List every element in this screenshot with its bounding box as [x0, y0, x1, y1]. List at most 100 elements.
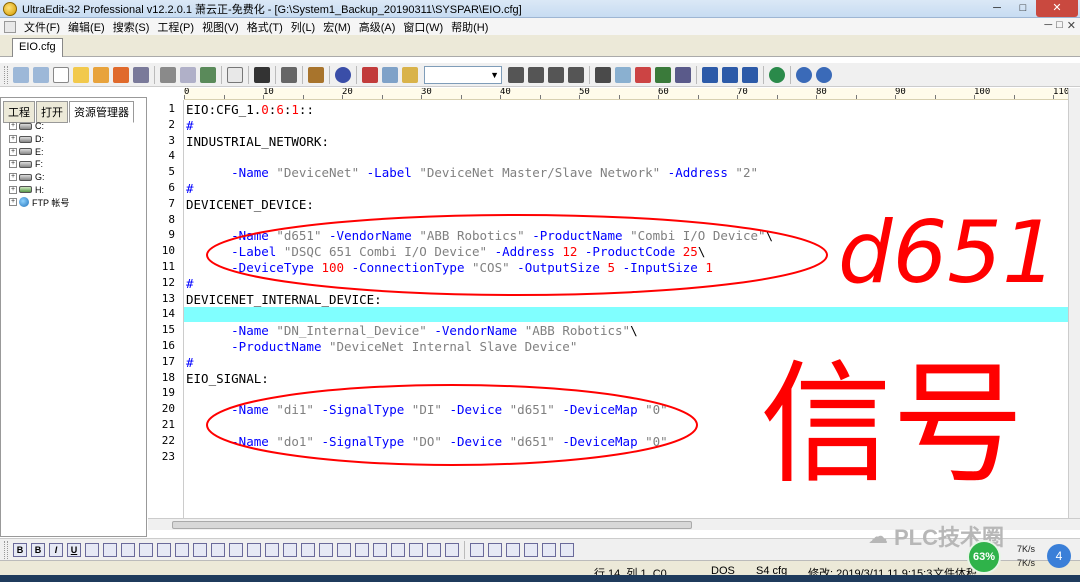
- input-icon[interactable]: [301, 542, 315, 557]
- code-line[interactable]: EIO:CFG_1.0:6:1::: [186, 102, 314, 118]
- dir-icon[interactable]: [542, 542, 556, 557]
- expand-icon[interactable]: +: [9, 173, 17, 182]
- select-icon[interactable]: [355, 542, 369, 557]
- code-line[interactable]: #: [186, 181, 194, 197]
- calendar-icon[interactable]: [560, 542, 574, 557]
- doc-restore-button[interactable]: □: [1056, 19, 1063, 32]
- code-line[interactable]: #: [186, 276, 194, 292]
- justify-icon[interactable]: [568, 66, 584, 83]
- anchor-icon[interactable]: [391, 542, 405, 557]
- forward-icon[interactable]: [33, 66, 49, 83]
- network-speed-widget[interactable]: 63% 7K/s 7K/s 4: [967, 540, 1080, 582]
- print-preview-icon[interactable]: [180, 66, 196, 83]
- goto-icon[interactable]: [675, 66, 691, 83]
- spreadsheet-icon[interactable]: [200, 66, 216, 83]
- form-icon[interactable]: [283, 542, 297, 557]
- menu-help[interactable]: 帮助(H): [447, 19, 492, 35]
- menu-macro[interactable]: 宏(M): [319, 19, 355, 35]
- menu-file[interactable]: 文件(F): [20, 19, 64, 35]
- tree-item-f[interactable]: + F:: [9, 158, 69, 171]
- color-icon[interactable]: [427, 542, 441, 557]
- underline-icon[interactable]: U: [67, 542, 81, 557]
- menu-search[interactable]: 搜索(S): [109, 19, 154, 35]
- file-tab-eio-cfg[interactable]: EIO.cfg: [12, 38, 63, 57]
- menu-window[interactable]: 窗口(W): [399, 19, 447, 35]
- info-icon[interactable]: [796, 66, 812, 83]
- expand-icon[interactable]: +: [9, 198, 17, 207]
- radio-icon[interactable]: [337, 542, 351, 557]
- button-icon[interactable]: [373, 542, 387, 557]
- bold-alt-icon[interactable]: B: [31, 542, 45, 557]
- tree-item-g[interactable]: + G:: [9, 171, 69, 184]
- paste-icon[interactable]: [402, 66, 418, 83]
- expand-icon[interactable]: +: [9, 147, 17, 156]
- code-line[interactable]: DEVICENET_INTERNAL_DEVICE:: [186, 292, 382, 308]
- code-line[interactable]: -Name "d651" -VendorName "ABB Robotics" …: [186, 228, 773, 244]
- bullet-list-icon[interactable]: [103, 542, 117, 557]
- code-line[interactable]: -Name "do1" -SignalType "DO" -Device "d6…: [186, 434, 668, 450]
- script-icon[interactable]: [445, 542, 459, 557]
- font-icon[interactable]: [139, 542, 153, 557]
- image-icon[interactable]: [265, 542, 279, 557]
- open-folder-icon[interactable]: [73, 66, 89, 83]
- menu-project[interactable]: 工程(P): [153, 19, 198, 35]
- doc-icon[interactable]: [488, 542, 502, 557]
- find-icon[interactable]: [595, 66, 611, 83]
- scroll-thumb[interactable]: [172, 521, 692, 529]
- menu-view[interactable]: 视图(V): [198, 19, 243, 35]
- copy-icon[interactable]: [382, 66, 398, 83]
- expand-icon[interactable]: +: [9, 135, 17, 144]
- tree-item-d[interactable]: + D:: [9, 133, 69, 146]
- code-line[interactable]: #: [186, 118, 194, 134]
- table-icon[interactable]: [247, 542, 261, 557]
- code-line[interactable]: -Name "DN_Internal_Device" -VendorName "…: [186, 323, 637, 339]
- code-line[interactable]: -DeviceType 100 -ConnectionType "COS" -O…: [186, 260, 713, 276]
- bold-icon[interactable]: B: [13, 542, 27, 557]
- align-right-icon[interactable]: [548, 66, 564, 83]
- code-text[interactable]: EIO:CFG_1.0:6:1:: # INDUSTRIAL_NETWORK: -N…: [184, 100, 1068, 518]
- grid-icon[interactable]: [470, 542, 484, 557]
- align-center-icon[interactable]: [528, 66, 544, 83]
- column-mode-icon[interactable]: [722, 66, 738, 83]
- link-icon[interactable]: [409, 542, 423, 557]
- numbered-list-icon[interactable]: [121, 542, 135, 557]
- menu-edit[interactable]: 编辑(E): [64, 19, 109, 35]
- memory-gauge[interactable]: 63%: [967, 540, 1001, 574]
- maximize-button[interactable]: □: [1010, 0, 1036, 17]
- code-line[interactable]: INDUSTRIAL_NETWORK:: [186, 134, 329, 150]
- find-in-files-icon[interactable]: [655, 66, 671, 83]
- back-icon[interactable]: [13, 66, 29, 83]
- open-recent-icon[interactable]: [93, 66, 109, 83]
- browser-icon[interactable]: [335, 66, 351, 83]
- clipboard-select[interactable]: ▼: [424, 65, 502, 84]
- menu-format[interactable]: 格式(T): [243, 19, 287, 35]
- find-next-icon[interactable]: [615, 66, 631, 83]
- wrap-icon[interactable]: [254, 66, 270, 83]
- vertical-scrollbar[interactable]: [1068, 88, 1080, 518]
- minimize-button[interactable]: ─: [984, 0, 1010, 17]
- expand-icon[interactable]: +: [9, 160, 17, 169]
- strikethrough-icon[interactable]: [85, 542, 99, 557]
- toolbar-grip[interactable]: [4, 65, 8, 84]
- close-file-icon[interactable]: [113, 66, 129, 83]
- outdent-icon[interactable]: [229, 542, 243, 557]
- menu-advanced[interactable]: 高级(A): [355, 19, 400, 35]
- tree-item-h[interactable]: + H:: [9, 183, 69, 196]
- code-line[interactable]: -Label "DSQC 651 Combi I/O Device" -Addr…: [186, 244, 705, 260]
- expand-icon[interactable]: +: [9, 185, 17, 194]
- code-line[interactable]: -ProductName "DeviceNet Internal Slave D…: [186, 339, 577, 355]
- tab-explorer[interactable]: 资源管理器: [69, 101, 134, 123]
- hex-icon[interactable]: [281, 66, 297, 83]
- tree-item-e[interactable]: + E:: [9, 145, 69, 158]
- print-icon[interactable]: [160, 66, 176, 83]
- help-icon[interactable]: [816, 66, 832, 83]
- align-left-icon[interactable]: [508, 66, 524, 83]
- tree-item-c[interactable]: + C:: [9, 120, 69, 133]
- notification-badge[interactable]: 4: [1047, 544, 1071, 568]
- checkbox-icon[interactable]: [319, 542, 333, 557]
- doc-minimize-button[interactable]: ─: [1044, 19, 1052, 32]
- document-icon[interactable]: [4, 20, 16, 33]
- align-left-icon[interactable]: [157, 542, 171, 557]
- page-icon[interactable]: [227, 66, 243, 83]
- code-line[interactable]: EIO_SIGNAL:: [186, 371, 269, 387]
